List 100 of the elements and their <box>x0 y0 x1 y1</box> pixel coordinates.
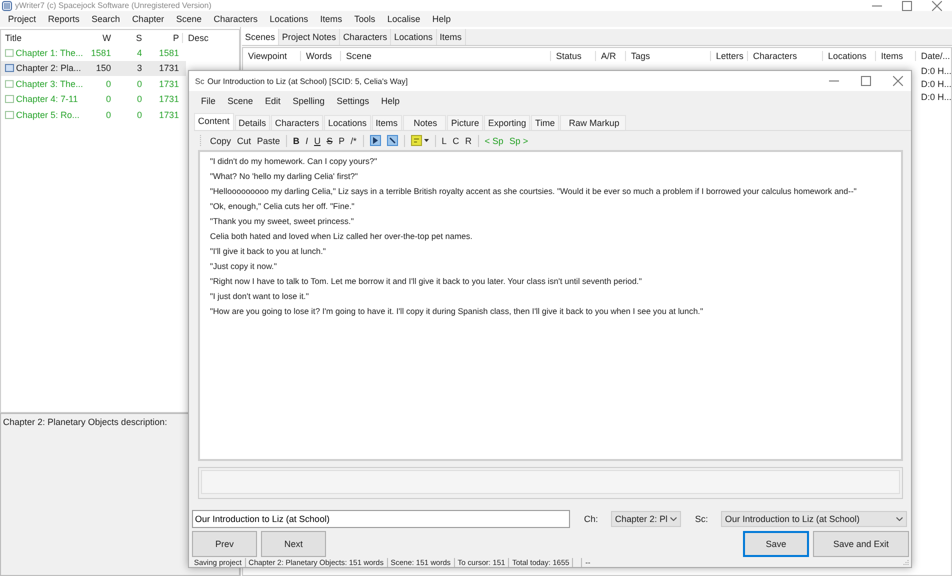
column-header[interactable]: Tags <box>626 51 711 61</box>
strikethrough-button[interactable]: S <box>326 136 333 146</box>
column-header[interactable]: A/R <box>596 51 626 61</box>
nav-button[interactable]: Next <box>261 530 326 556</box>
menu-item[interactable]: Help <box>432 14 451 24</box>
tab[interactable]: Characters <box>271 115 324 130</box>
bold-button[interactable]: B <box>293 136 300 146</box>
menu-item[interactable]: Edit <box>265 96 281 106</box>
menu-item[interactable]: Locations <box>270 14 308 24</box>
scene-dropdown[interactable]: Our Introduction to Liz (at School) <box>721 511 908 527</box>
paragraph: "What? No 'hello my darling Celia' first?" <box>210 170 359 183</box>
tab[interactable]: Notes <box>402 115 446 130</box>
close-icon[interactable] <box>932 0 942 10</box>
tab[interactable]: Scenes <box>242 29 280 45</box>
column-header[interactable]: Letters <box>711 51 748 61</box>
italic-button[interactable]: I <box>306 136 308 146</box>
table-cell: D:0 H... <box>921 78 952 88</box>
play-icon[interactable] <box>370 135 381 146</box>
scene-name-field[interactable]: Our Introduction to Liz (at School) <box>192 510 570 528</box>
tab[interactable]: Details <box>234 115 270 130</box>
toolbar-button[interactable]: P <box>338 136 345 146</box>
column-header[interactable]: Locations <box>823 51 876 61</box>
menu-item[interactable]: Scene <box>176 14 202 24</box>
word-count: 0 <box>104 78 112 89</box>
chapter-row[interactable]: Chapter 2: Pla... 150 3 1731 <box>1 60 186 76</box>
column-header[interactable]: Title <box>1 32 83 42</box>
paragraph: "I didn't do my homework. Can I copy yours?" <box>210 155 378 168</box>
menu-item[interactable]: Items <box>320 14 342 24</box>
toolbar-button[interactable]: Paste <box>257 136 280 146</box>
menu-item[interactable]: Chapter <box>132 14 164 24</box>
caret-icon <box>896 517 904 521</box>
tab[interactable]: Locations <box>391 29 437 45</box>
close-icon[interactable] <box>893 76 903 86</box>
menu-item[interactable]: Project <box>8 14 36 24</box>
menu-item[interactable]: Settings <box>336 96 370 106</box>
table-cell: D:0 H... <box>921 66 952 76</box>
tab[interactable]: Locations <box>324 115 371 130</box>
maximize-icon[interactable] <box>861 76 871 86</box>
save-exit-button[interactable]: Save and Exit <box>813 530 909 556</box>
toolbar-button[interactable]: Cut <box>237 136 252 146</box>
column-header[interactable]: Items <box>876 51 916 61</box>
column-header[interactable]: Date/... <box>916 51 952 61</box>
window-title: Our Introduction to Liz (at School) [SCID: 5, Celia's Way] <box>207 76 409 86</box>
menu-item[interactable]: Help <box>381 96 400 106</box>
chapter-title: Chapter 2: Pla... <box>16 63 82 74</box>
toolbar-button[interactable]: Copy <box>210 136 232 146</box>
menu-item[interactable]: Scene <box>228 96 254 106</box>
menu-item[interactable]: Reports <box>48 14 80 24</box>
underline-button[interactable]: U <box>314 136 321 146</box>
menu-item[interactable]: Spelling <box>292 96 325 106</box>
column-header[interactable]: Desc <box>182 32 209 42</box>
menu-item[interactable]: Search <box>92 14 120 24</box>
maximize-icon[interactable] <box>902 0 912 10</box>
tab[interactable]: Content <box>194 113 234 130</box>
toolbar-button[interactable]: /* <box>350 136 357 146</box>
column-header[interactable]: Viewpoint <box>243 51 301 61</box>
paragraph: "Just copy it now." <box>210 260 278 273</box>
column-header[interactable]: P <box>145 32 182 42</box>
menu-item[interactable]: Characters <box>214 14 258 24</box>
tab[interactable]: Raw Markup <box>560 115 626 130</box>
position-count: 1731 <box>158 110 180 120</box>
chapter-dropdown[interactable]: Chapter 2: Pl <box>611 511 682 527</box>
table-cell: D:0 H... <box>921 92 952 102</box>
column-header[interactable]: Status <box>551 51 596 61</box>
paragraph: "How are you going to lose it? I'm going to have it. I'll copy it during Spanish class, then I'll give it back to you when I see you at lunch." <box>210 305 704 318</box>
tab[interactable]: Items <box>436 29 466 45</box>
chapter-title: Chapter 5: Ro... <box>16 110 80 120</box>
resize-grip-icon <box>903 559 909 565</box>
column-header[interactable]: Words <box>301 51 341 61</box>
save-button[interactable]: Save <box>743 530 809 556</box>
column-header[interactable]: W <box>83 32 114 42</box>
column-header[interactable]: Characters <box>748 51 823 61</box>
toolbar-button[interactable]: C <box>452 136 460 146</box>
tab[interactable]: Characters <box>340 29 392 45</box>
menu-item[interactable]: Tools <box>354 14 376 24</box>
chapter-title: Chapter 3: The... <box>16 78 83 89</box>
scene-icon: Sc <box>195 76 204 86</box>
toolbar-button[interactable]: L <box>442 136 447 146</box>
chapter-title: Chapter 1: The... <box>16 48 83 58</box>
paragraph: "Ok, enough," Celia cuts her off. "Fine." <box>210 200 356 213</box>
tab[interactable]: Picture <box>447 115 484 130</box>
position-count: 1581 <box>158 48 180 58</box>
column-header[interactable]: Scene <box>341 51 551 61</box>
input-field[interactable] <box>201 470 900 494</box>
tab[interactable]: Items <box>372 115 402 130</box>
chapter-title: Chapter 4: 7-11 <box>16 94 78 104</box>
menu-item[interactable]: File <box>201 96 216 106</box>
toolbar-button[interactable]: R <box>465 136 472 146</box>
tab[interactable]: Exporting <box>484 115 530 130</box>
tab[interactable]: Project Notes <box>279 29 340 45</box>
menu-item[interactable]: Localise <box>387 14 420 24</box>
column-header[interactable]: S <box>114 32 145 42</box>
highlight-icon[interactable] <box>410 135 429 146</box>
paragraph: "Thank you my sweet, sweet princess." <box>210 215 355 228</box>
nav-button[interactable]: Prev <box>192 530 257 556</box>
position-count: 1731 <box>158 94 180 104</box>
tab[interactable]: Time <box>531 115 559 130</box>
field-label: Ch: <box>584 514 598 524</box>
position-count: 1731 <box>158 63 180 74</box>
pen-icon[interactable] <box>386 135 398 146</box>
